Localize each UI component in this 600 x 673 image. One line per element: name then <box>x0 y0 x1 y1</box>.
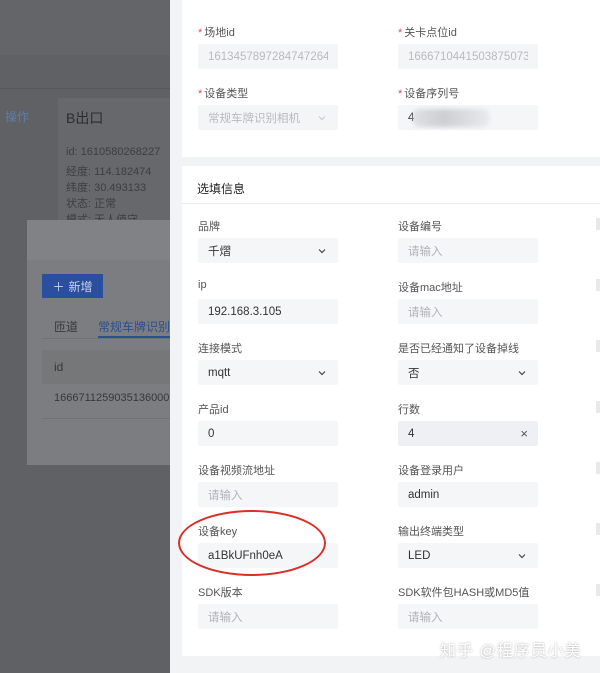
sdk-version-input[interactable]: 请输入 <box>198 604 338 629</box>
offline-notified-select[interactable]: 否 <box>398 360 538 385</box>
product-id-input[interactable]: 0 <box>198 421 338 446</box>
ip-label: ip <box>198 279 207 291</box>
section-title: 选填信息 <box>197 182 246 196</box>
background-card-line: 经度: 114.182474 <box>66 166 152 178</box>
redacted-area <box>412 109 490 127</box>
watermark: 知乎 @程序员小美 <box>440 643 582 660</box>
login-user-input[interactable]: admin <box>398 482 538 507</box>
background-card-title: B出口 <box>66 110 104 126</box>
device-serial-label: * 设备序列号 <box>398 88 460 100</box>
add-button: ＋ 新增 <box>42 274 103 298</box>
device-type-label: * 设备类型 <box>198 88 249 100</box>
annotation-circle <box>178 510 326 576</box>
chevron-down-icon <box>516 367 528 379</box>
site-id-label: * 场地id <box>198 27 235 39</box>
background-dialog-header <box>27 220 170 260</box>
row-count-label: 行数 <box>398 404 420 416</box>
background-card-line: id: 1610580268227 <box>66 146 161 158</box>
offline-notified-label: 是否已经通知了设备掉线 <box>398 343 519 355</box>
sdk-version-label: SDK版本 <box>198 587 243 599</box>
output-terminal-select[interactable]: LED <box>398 543 538 568</box>
site-id-field: 1613457897284747264 <box>198 44 338 69</box>
stream-url-label: 设备视频流地址 <box>198 465 275 477</box>
table-row-divider <box>42 418 170 419</box>
device-no-label: 设备编号 <box>398 221 442 233</box>
background-divider <box>0 88 170 89</box>
third-column-label-fragment <box>596 340 600 352</box>
table-header-id: id <box>54 360 64 374</box>
mac-label: 设备mac地址 <box>398 282 463 294</box>
background-action-link: 操作 <box>5 110 30 124</box>
connect-mode-select[interactable]: mqtt <box>198 360 338 385</box>
product-id-label: 产品id <box>198 404 229 416</box>
add-button-label: 新增 <box>68 279 93 294</box>
ip-input[interactable]: 192.168.3.105 <box>198 299 338 324</box>
brand-select[interactable]: 千熠 <box>198 238 338 263</box>
tab-ramp: 匝道 <box>54 320 79 334</box>
output-terminal-label: 输出终端类型 <box>398 526 464 538</box>
chevron-down-icon <box>316 367 328 379</box>
chevron-down-icon <box>316 245 328 257</box>
section-divider <box>182 203 600 204</box>
plus-icon: ＋ <box>52 279 65 294</box>
sdk-hash-input[interactable]: 请输入 <box>398 604 538 629</box>
device-no-input[interactable]: 请输入 <box>398 238 538 263</box>
required-info-panel <box>182 0 600 157</box>
background-header <box>0 0 170 55</box>
table-cell-id: 1666711259035136000 <box>54 392 170 404</box>
mac-input[interactable]: 请输入 <box>398 299 538 324</box>
brand-label: 品牌 <box>198 221 220 233</box>
third-column-label-fragment <box>596 401 600 413</box>
connect-mode-label: 连接模式 <box>198 343 242 355</box>
background-card-line: 纬度: 30.493133 <box>66 182 147 194</box>
tab-divider <box>42 338 170 339</box>
clear-icon[interactable]: × <box>520 426 528 441</box>
chevron-down-icon <box>316 112 328 124</box>
third-column-label-fragment <box>596 462 600 474</box>
stream-url-input[interactable]: 请输入 <box>198 482 338 507</box>
third-column-label-fragment <box>596 218 600 230</box>
login-user-label: 设备登录用户 <box>398 465 464 477</box>
device-type-select: 常规车牌识别相机 <box>198 105 338 130</box>
chevron-down-icon <box>516 550 528 562</box>
checkpoint-id-label: * 关卡点位id <box>398 27 457 39</box>
third-column-label-fragment <box>596 584 600 596</box>
checkpoint-id-field: 1666710441503875073 <box>398 44 538 69</box>
sdk-hash-label: SDK软件包HASH或MD5值 <box>398 587 530 599</box>
third-column-label-fragment <box>596 279 600 291</box>
third-column-label-fragment <box>596 523 600 535</box>
background-card-line: 状态: 正常 <box>66 198 117 210</box>
row-count-select[interactable]: 4 × <box>398 421 538 446</box>
